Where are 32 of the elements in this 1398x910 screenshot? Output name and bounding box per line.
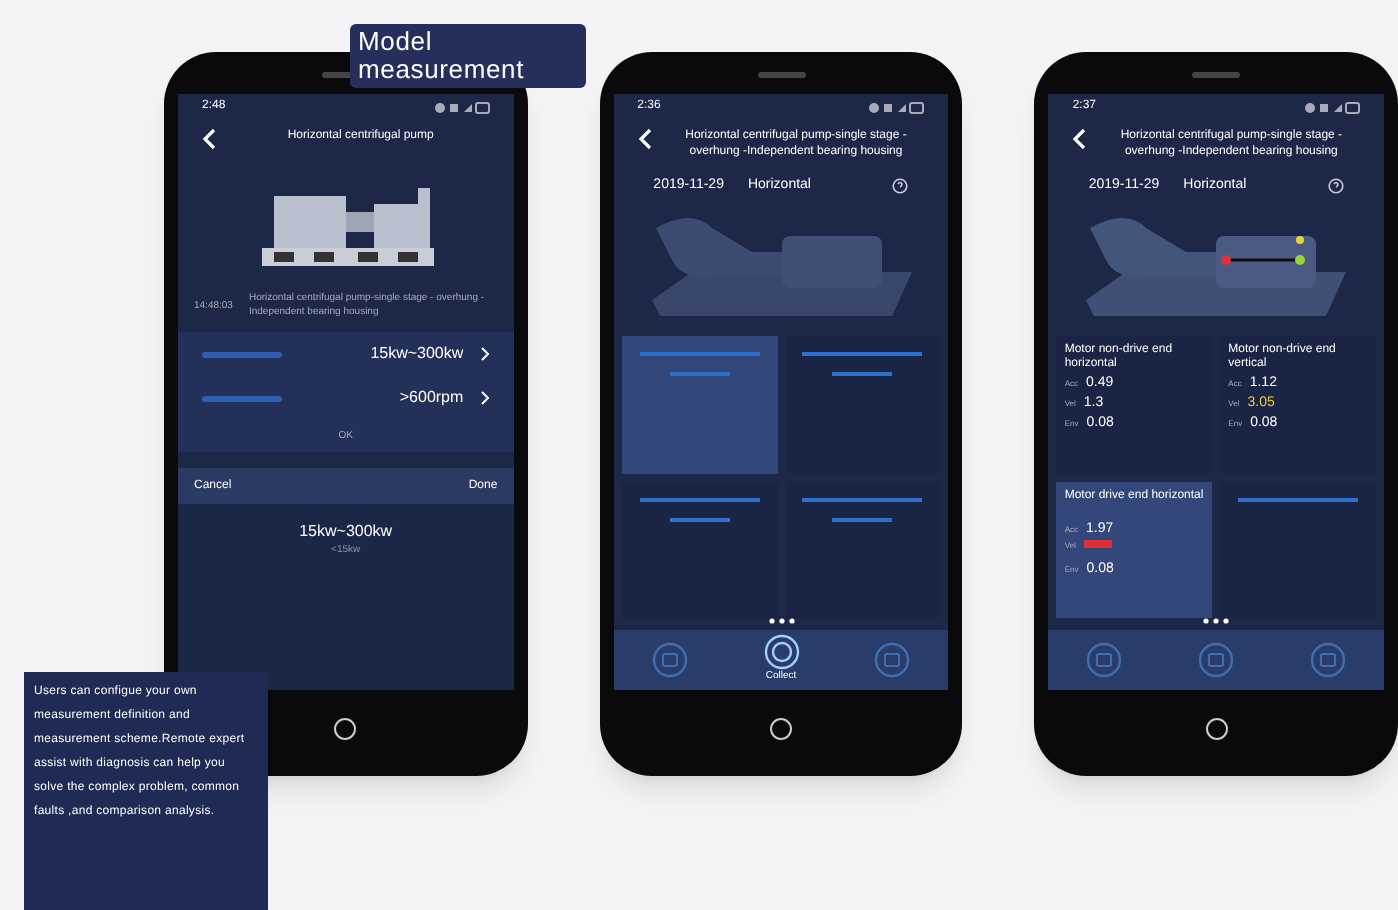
status-icons-icon: [868, 101, 925, 114]
circle-icon: [1198, 642, 1235, 678]
point-name-bar: [1238, 497, 1359, 502]
setting-row[interactable]: 15kw~300kw: [178, 332, 514, 377]
home-button[interactable]: [334, 718, 357, 740]
status-icons-icon: [1304, 101, 1361, 114]
setting-row[interactable]: >600rpm: [178, 376, 514, 421]
back-icon[interactable]: [637, 128, 652, 151]
target-icon: [763, 634, 799, 671]
help-icon[interactable]: [1328, 178, 1345, 195]
home-button[interactable]: [770, 718, 792, 740]
chevron-right-icon: [479, 346, 490, 363]
circle-icon: [1310, 642, 1347, 678]
page-dots-icon: [767, 618, 795, 624]
circle-icon: [651, 642, 688, 678]
help-icon[interactable]: [892, 178, 909, 195]
nav-tab[interactable]: [651, 642, 688, 678]
page-dots-icon: [1202, 618, 1231, 624]
back-icon[interactable]: [1072, 128, 1087, 151]
nav-tab[interactable]: [1198, 642, 1235, 678]
nav-tab[interactable]: [1086, 642, 1123, 678]
point-card[interactable]: [621, 336, 777, 474]
nav-tab[interactable]: [1310, 642, 1347, 678]
nav-tab[interactable]: [874, 642, 911, 678]
circle-icon: [874, 642, 911, 678]
caption-box: Model measurement: [350, 24, 586, 88]
chevron-right-icon: [479, 390, 490, 407]
picker-option[interactable]: 15kw~300kw: [299, 520, 393, 545]
home-button[interactable]: [1205, 718, 1228, 740]
status-icons-icon: [433, 101, 490, 114]
back-icon[interactable]: [202, 128, 216, 151]
circle-icon: [1086, 642, 1123, 678]
